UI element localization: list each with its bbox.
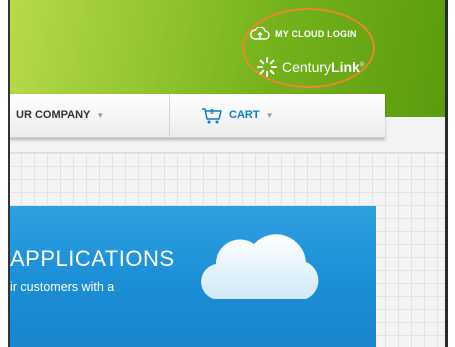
- nav-item-your-company[interactable]: UR COMPANY ▼: [16, 109, 104, 121]
- my-cloud-login-link[interactable]: MY CLOUD LOGIN: [250, 27, 357, 41]
- cloud-illustration: [201, 234, 319, 299]
- cart-count: 0: [210, 109, 214, 116]
- cloud-upload-icon: [250, 27, 270, 40]
- browser-viewport: MY CLOUD LOGIN CenturyLink® UR COMPANY ▼…: [8, 0, 448, 347]
- cart-icon: 0: [201, 106, 223, 124]
- nav-item-cart[interactable]: 0 CART ▼: [201, 106, 273, 124]
- chevron-down-icon: ▼: [96, 110, 105, 120]
- nav-company-label: UR COMPANY: [16, 109, 91, 121]
- brand-name: CenturyLink®: [282, 59, 365, 75]
- banner-subtitle: ir customers with a: [10, 280, 115, 294]
- banner-title: APPLICATIONS: [10, 246, 175, 271]
- chevron-down-icon: ▼: [265, 110, 274, 120]
- hero-banner[interactable]: APPLICATIONS ir customers with a: [8, 206, 376, 347]
- page-content: APPLICATIONS ir customers with a: [8, 152, 448, 347]
- nav-cart-label: CART: [229, 109, 260, 121]
- login-label: MY CLOUD LOGIN: [275, 29, 357, 39]
- nav-divider: [169, 94, 170, 138]
- centurylink-logo[interactable]: CenturyLink®: [256, 56, 364, 78]
- main-nav: UR COMPANY ▼ 0 CART ▼: [8, 94, 385, 138]
- centurylink-logo-icon: [257, 57, 277, 77]
